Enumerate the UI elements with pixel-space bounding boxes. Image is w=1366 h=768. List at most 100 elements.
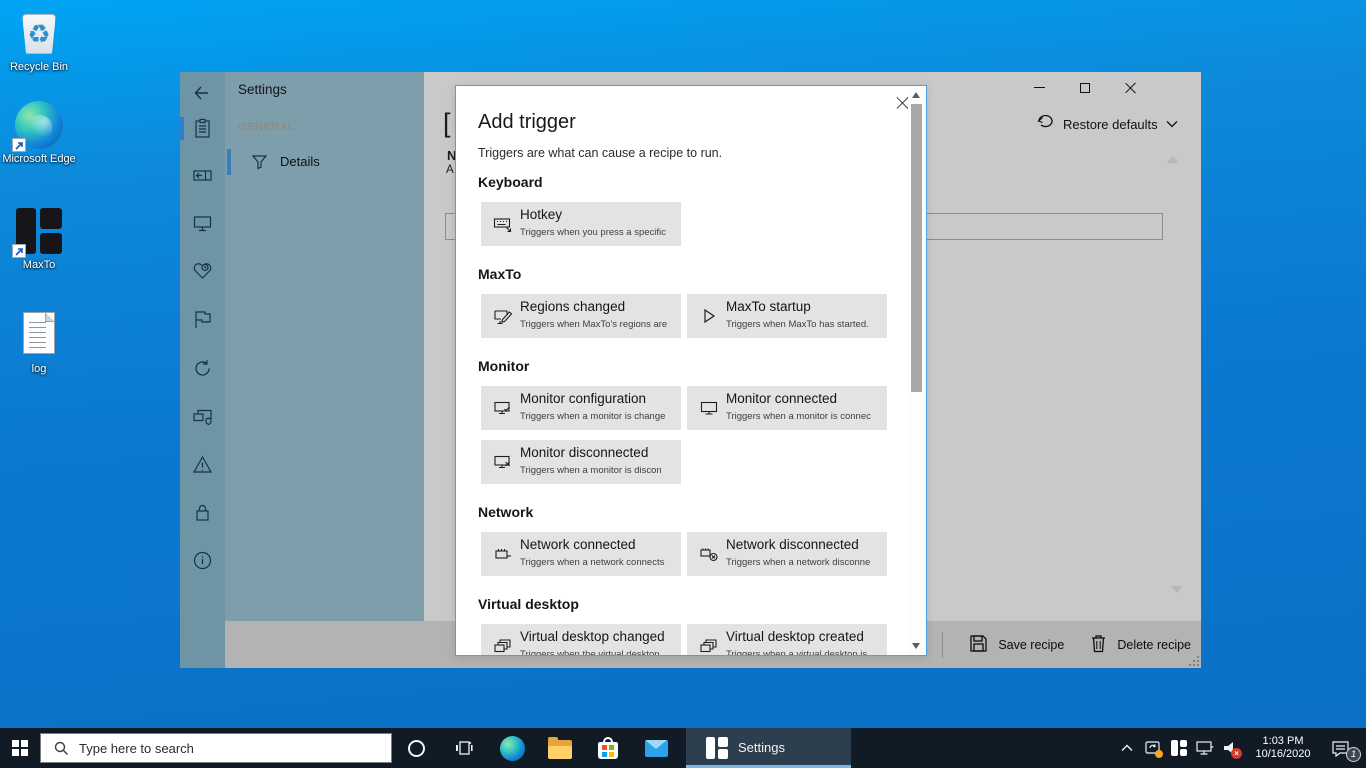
trigger-title: Hotkey	[520, 207, 562, 222]
scrollbar-down-arrow[interactable]	[912, 643, 920, 649]
desktop-icon-log[interactable]: log	[0, 310, 78, 376]
task-label: Settings	[738, 740, 785, 755]
search-icon	[54, 741, 69, 756]
update-notification-tray-icon[interactable]	[1140, 728, 1166, 768]
trigger-monitor-disconnected[interactable]: Monitor disconnected Triggers when a mon…	[481, 440, 681, 484]
filter-icon	[251, 153, 268, 170]
trigger-monitor-connected[interactable]: Monitor connected Triggers when a monito…	[687, 386, 887, 430]
trigger-title: Monitor disconnected	[520, 445, 648, 460]
trigger-virtual-desktop-created[interactable]: Virtual desktop created Triggers when a …	[687, 624, 887, 656]
network-tray-icon[interactable]	[1192, 728, 1218, 768]
task-view-button[interactable]	[440, 728, 488, 768]
text-document-icon	[14, 310, 64, 360]
save-recipe-button[interactable]: Save recipe	[969, 634, 1064, 656]
taskbar-search-box[interactable]	[40, 733, 392, 763]
windows-logo-icon	[12, 740, 28, 756]
shortcut-arrow-icon	[12, 244, 26, 258]
maximize-button[interactable]	[1062, 72, 1108, 103]
clock-date: 10/16/2020	[1248, 748, 1318, 761]
scroll-down-arrow[interactable]	[1171, 586, 1183, 593]
chevron-up-icon	[1121, 744, 1133, 752]
trigger-title: Network connected	[520, 537, 636, 552]
save-icon	[969, 634, 988, 656]
trigger-network-connected[interactable]: Network connected Triggers when a networ…	[481, 532, 681, 576]
trigger-desc: Triggers when MaxTo's regions are	[520, 319, 667, 330]
start-button[interactable]	[0, 728, 40, 768]
minimize-button[interactable]	[1016, 72, 1062, 103]
mute-badge-icon: ×	[1231, 748, 1242, 759]
taskbar-clock[interactable]: 1:03 PM 10/16/2020	[1248, 735, 1318, 761]
settings-nav-panel: Settings GENERAL Details	[225, 72, 424, 621]
file-explorer-icon	[548, 740, 572, 759]
edge-icon	[500, 736, 525, 761]
taskbar-edge-button[interactable]	[488, 728, 536, 768]
add-trigger-dialog: Add trigger Triggers are what can cause …	[455, 85, 927, 656]
trigger-desc: Triggers when MaxTo has started.	[726, 319, 869, 330]
desktop-icon-maxto[interactable]: MaxTo	[0, 206, 78, 272]
delete-recipe-button[interactable]: Delete recipe	[1090, 634, 1191, 656]
health-icon[interactable]	[192, 261, 213, 282]
info-icon[interactable]	[192, 550, 213, 571]
network-x-icon	[699, 544, 719, 564]
trigger-desc: Triggers when a monitor is discon	[520, 465, 662, 476]
volume-tray-icon[interactable]: ×	[1218, 728, 1244, 768]
close-button[interactable]	[1108, 72, 1154, 103]
section-heading-virtual-desktop: Virtual desktop	[478, 596, 579, 612]
warning-icon[interactable]	[192, 454, 213, 475]
file-explorer-button[interactable]	[536, 728, 584, 768]
divider	[942, 632, 943, 658]
desktop-icon-edge[interactable]: Microsoft Edge	[0, 100, 78, 166]
trigger-monitor-configuration[interactable]: Monitor configuration Triggers when a mo…	[481, 386, 681, 430]
trigger-desc: Triggers when you press a specific	[520, 227, 666, 238]
trigger-title: Network disconnected	[726, 537, 859, 552]
lock-icon[interactable]	[192, 502, 213, 523]
trigger-hotkey[interactable]: Hotkey Triggers when you press a specifi…	[481, 202, 681, 246]
clock-time: 1:03 PM	[1248, 735, 1318, 748]
search-input[interactable]	[79, 741, 391, 756]
undo-icon	[1036, 113, 1055, 135]
section-heading-network: Network	[478, 504, 533, 520]
trigger-desc: Triggers when the virtual desktop	[520, 649, 660, 656]
mail-icon	[645, 740, 668, 757]
resize-grip[interactable]	[1187, 654, 1199, 666]
monitor-icon	[699, 398, 719, 418]
screens-shield-icon[interactable]	[192, 406, 213, 427]
trigger-network-disconnected[interactable]: Network disconnected Triggers when a net…	[687, 532, 887, 576]
monitor-icon[interactable]	[192, 213, 213, 234]
monitor-check-icon	[493, 398, 513, 418]
show-hidden-icons-button[interactable]	[1114, 728, 1140, 768]
trigger-regions-changed[interactable]: Regions changed Triggers when MaxTo's re…	[481, 294, 681, 338]
trigger-virtual-desktop-changed[interactable]: Virtual desktop changed Triggers when th…	[481, 624, 681, 656]
clipboard-icon[interactable]	[192, 118, 213, 139]
virtual-desktop-icon	[493, 636, 513, 656]
back-button[interactable]	[192, 83, 213, 104]
occluded-text-fragment: A	[446, 164, 455, 176]
edge-icon	[14, 100, 64, 150]
desktop-icon-recycle-bin[interactable]: ♻ Recycle Bin	[0, 8, 78, 74]
hotkey-box-icon[interactable]	[192, 165, 213, 186]
trigger-maxto-startup[interactable]: MaxTo startup Triggers when MaxTo has st…	[687, 294, 887, 338]
nav-item-details[interactable]: Details	[225, 148, 424, 176]
section-heading-maxto: MaxTo	[478, 266, 521, 282]
scroll-up-arrow[interactable]	[1167, 156, 1179, 163]
dialog-scrollbar[interactable]	[908, 87, 925, 654]
action-center-button[interactable]: 1	[1322, 728, 1358, 768]
trigger-desc: Triggers when a monitor is connec	[726, 411, 871, 422]
scrollbar-up-arrow[interactable]	[912, 92, 920, 98]
trigger-title: Monitor connected	[726, 391, 837, 406]
task-view-icon	[454, 738, 474, 758]
scrollbar-thumb[interactable]	[911, 104, 922, 392]
store-icon	[598, 742, 618, 759]
microsoft-store-button[interactable]	[584, 728, 632, 768]
flag-icon[interactable]	[192, 309, 213, 330]
restore-defaults-button[interactable]: Restore defaults	[1036, 111, 1178, 137]
cortana-button[interactable]	[392, 728, 440, 768]
nav-item-label: Details	[280, 154, 320, 169]
mail-button[interactable]	[632, 728, 680, 768]
notification-dot	[1155, 750, 1163, 758]
dialog-title: Add trigger	[478, 111, 576, 134]
trash-icon	[1090, 634, 1107, 656]
maxto-tray-icon[interactable]	[1166, 728, 1192, 768]
taskbar-task-settings[interactable]: Settings	[686, 728, 851, 768]
refresh-icon[interactable]	[192, 358, 213, 379]
